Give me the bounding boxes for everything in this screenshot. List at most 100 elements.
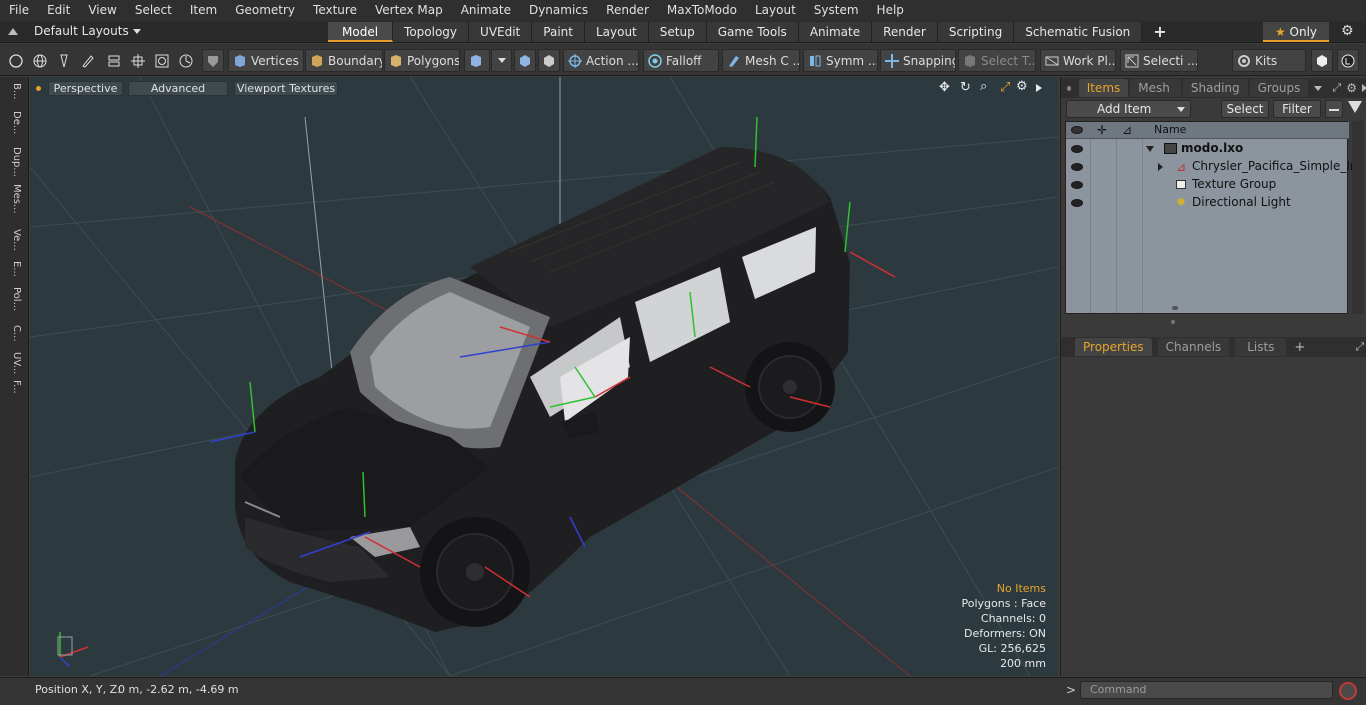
work-plane-button[interactable]: Work Pl...: [1040, 49, 1116, 72]
mode-dropdown-button[interactable]: [491, 49, 512, 72]
eye-icon[interactable]: [1071, 199, 1083, 207]
brush-button[interactable]: [78, 49, 99, 72]
item-mode-button[interactable]: [464, 49, 490, 72]
viewport-expand-icon[interactable]: [1036, 84, 1042, 92]
menu-maxtomodo[interactable]: MaxToModo: [658, 0, 746, 21]
mesh-constraint-button[interactable]: Mesh C ...: [722, 49, 800, 72]
select-through-button[interactable]: Select T...: [958, 49, 1036, 72]
tab-uvedit[interactable]: UVEdit: [469, 22, 533, 42]
menu-dynamics[interactable]: Dynamics: [520, 0, 597, 21]
rotate-view-icon[interactable]: ↻: [960, 80, 971, 95]
menu-render[interactable]: Render: [597, 0, 658, 21]
texture-button[interactable]: [538, 49, 560, 72]
tab-duplicate[interactable]: Dup...: [4, 147, 22, 179]
tab-curve[interactable]: C...: [4, 325, 22, 347]
tab-schematic-fusion[interactable]: Schematic Fusion: [1014, 22, 1143, 42]
funnel-icon[interactable]: [1348, 101, 1362, 113]
advanced-button[interactable]: Advanced: [128, 81, 228, 96]
expand-arrow-icon[interactable]: [1158, 163, 1163, 171]
only-toggle[interactable]: ★ Only: [1263, 22, 1329, 42]
panel-settings-icon[interactable]: ⚙: [1346, 81, 1357, 95]
tab-topology[interactable]: Topology: [393, 22, 470, 42]
tab-vertex[interactable]: Ve...: [4, 229, 22, 257]
collapse-button[interactable]: [1325, 100, 1343, 118]
gear-icon[interactable]: ⚙: [1341, 23, 1354, 39]
eye-icon[interactable]: [1071, 145, 1083, 153]
tree-row-texture-group[interactable]: Texture Group: [1066, 176, 1349, 194]
tab-uv[interactable]: UV...: [4, 352, 22, 376]
menu-item[interactable]: Item: [181, 0, 226, 21]
clock-button[interactable]: [176, 49, 197, 72]
snapping-button[interactable]: Snapping: [880, 49, 956, 72]
move-view-icon[interactable]: ✥: [939, 80, 950, 95]
command-input[interactable]: Command: [1080, 681, 1333, 699]
tree-scrollbar[interactable]: [1352, 121, 1364, 314]
tab-animate[interactable]: Animate: [798, 22, 873, 42]
panel-menu-dot[interactable]: [1067, 85, 1071, 91]
eye-icon[interactable]: [1071, 181, 1083, 189]
add-tab-button[interactable]: +: [1294, 340, 1305, 355]
action-center-button[interactable]: Action ...: [563, 49, 639, 72]
menu-system[interactable]: System: [805, 0, 868, 21]
pen-button[interactable]: [54, 49, 75, 72]
zoom-view-icon[interactable]: ⌕: [980, 79, 987, 94]
tab-channels[interactable]: Channels: [1157, 338, 1230, 356]
menu-vertex-map[interactable]: Vertex Map: [366, 0, 452, 21]
transform-button[interactable]: [128, 49, 149, 72]
viewport-textures-button[interactable]: Viewport Textures: [234, 81, 338, 96]
tab-game-tools[interactable]: Game Tools: [706, 22, 799, 42]
tab-mesh-edit[interactable]: Mes...: [4, 184, 22, 224]
tree-row-light[interactable]: ✹ Directional Light: [1066, 194, 1349, 212]
tab-layout[interactable]: Layout: [584, 22, 649, 42]
tab-paint[interactable]: Paint: [532, 22, 585, 42]
menu-texture[interactable]: Texture: [304, 0, 366, 21]
tab-setup[interactable]: Setup: [648, 22, 707, 42]
polygons-button[interactable]: Polygons: [384, 49, 460, 72]
expand-panel-icon[interactable]: ⤢: [1355, 340, 1364, 354]
shield-button[interactable]: [202, 49, 224, 72]
vertices-button[interactable]: Vertices: [228, 49, 304, 72]
menu-layout[interactable]: Layout: [746, 0, 805, 21]
select-button[interactable]: Select: [1221, 100, 1269, 118]
tab-mesh-ops[interactable]: Mesh ...: [1130, 79, 1181, 113]
tab-deform[interactable]: De...: [4, 111, 22, 141]
material-button[interactable]: [514, 49, 536, 72]
tab-scripting[interactable]: Scripting: [937, 22, 1015, 42]
panel-arrow-icon[interactable]: [1362, 84, 1366, 92]
unreal-button[interactable]: [1337, 49, 1359, 72]
tree-scroll-handle[interactable]: [1172, 306, 1178, 310]
falloff-button[interactable]: Falloff: [643, 49, 719, 72]
circle-select-button[interactable]: [6, 49, 27, 72]
chevron-down-icon[interactable]: [1314, 85, 1323, 91]
menu-edit[interactable]: Edit: [38, 0, 79, 21]
menu-geometry[interactable]: Geometry: [226, 0, 304, 21]
tree-row-mesh[interactable]: ⊿ Chrysler_Pacifica_Simple_Int ...: [1066, 158, 1366, 176]
tab-shading[interactable]: Shading: [1182, 79, 1248, 97]
boundary-button[interactable]: Boundary: [305, 49, 383, 72]
menu-select[interactable]: Select: [126, 0, 181, 21]
menu-help[interactable]: Help: [868, 0, 913, 21]
tab-edge[interactable]: E...: [4, 261, 22, 283]
layout-collapse-icon[interactable]: [8, 27, 18, 35]
align-button[interactable]: [104, 49, 125, 72]
add-tab-button[interactable]: +: [1142, 22, 1177, 42]
viewport-menu-dot[interactable]: [36, 86, 41, 91]
kits-button[interactable]: Kits: [1232, 49, 1306, 72]
perspective-button[interactable]: Perspective: [48, 81, 123, 96]
tab-polygon[interactable]: Pol...: [4, 287, 22, 321]
selection-sets-button[interactable]: Selecti ...: [1120, 49, 1198, 72]
viewport-settings-icon[interactable]: ⚙: [1016, 79, 1028, 94]
panel-resize-handle[interactable]: [1171, 320, 1175, 324]
menu-view[interactable]: View: [79, 0, 125, 21]
maximize-view-icon[interactable]: ⤢: [1000, 80, 1010, 95]
tab-fusion[interactable]: F...: [4, 380, 22, 406]
tab-properties[interactable]: Properties: [1075, 338, 1152, 356]
tab-groups[interactable]: Groups: [1249, 79, 1309, 97]
tab-basic[interactable]: B...: [4, 83, 22, 107]
layout-selector[interactable]: Default Layouts: [8, 24, 141, 38]
expand-panel-icon[interactable]: ⤢: [1332, 81, 1341, 95]
menu-file[interactable]: File: [0, 0, 38, 21]
eye-icon[interactable]: [1071, 163, 1083, 171]
filter-button[interactable]: Filter: [1273, 100, 1321, 118]
tab-lists[interactable]: Lists: [1235, 338, 1287, 356]
